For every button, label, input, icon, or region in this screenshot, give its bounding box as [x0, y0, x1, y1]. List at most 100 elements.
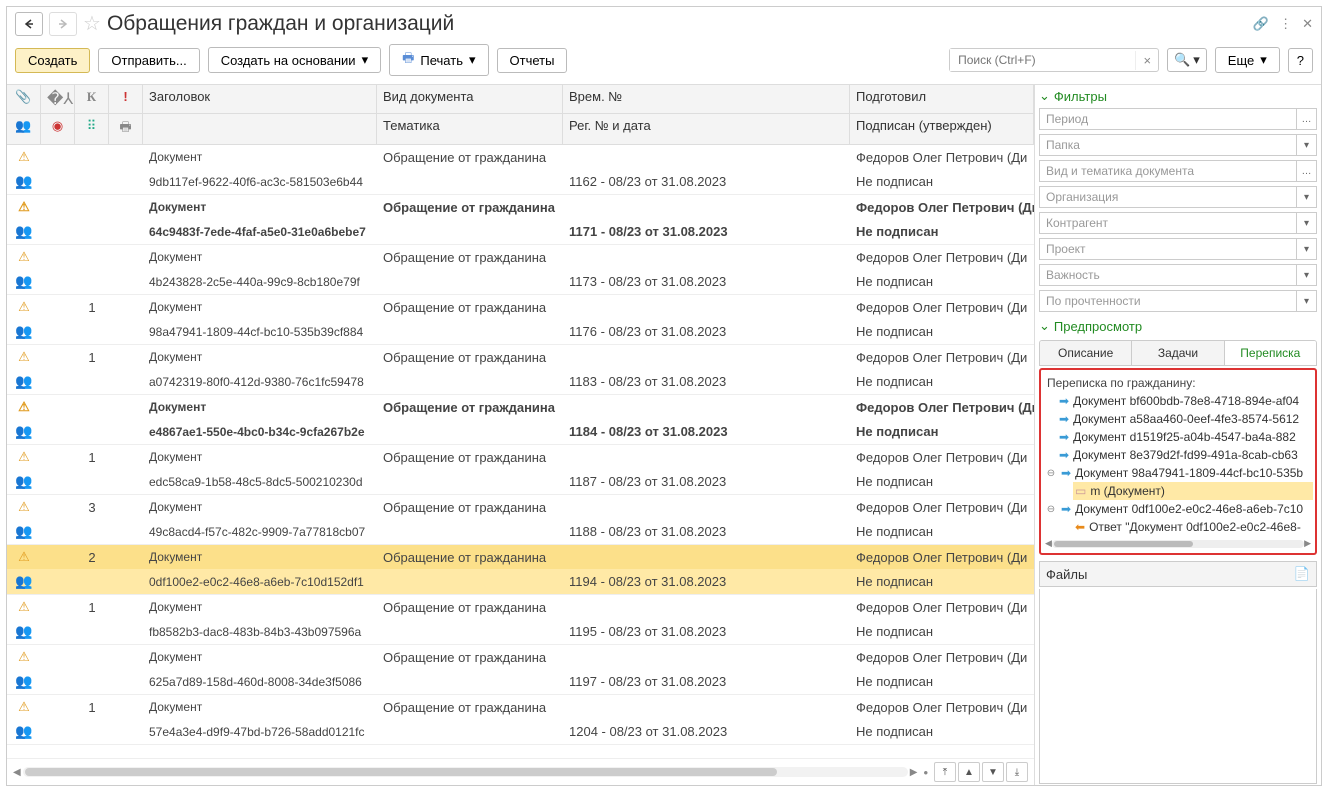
- table-row[interactable]: ⚠ДокументОбращение от гражданинаФедоров …: [7, 395, 1034, 445]
- favorite-star-icon[interactable]: ☆: [83, 11, 101, 36]
- col-rec-icon[interactable]: ◉: [41, 114, 75, 144]
- table-row[interactable]: ⚠ДокументОбращение от гражданинаФедоров …: [7, 645, 1034, 695]
- row-guid: edc58ca9-1b58-48c5-8dc5-500210230d: [143, 471, 377, 493]
- col-regnum[interactable]: Рег. № и дата: [563, 114, 850, 144]
- chevron-down-icon: ⌄: [1039, 318, 1050, 334]
- incoming-arrow-icon: ➡: [1061, 502, 1071, 516]
- thread-item[interactable]: ➡Документ a58aa460-0eef-4fe3-8574-5612: [1057, 410, 1313, 428]
- table-row[interactable]: ⚠2ДокументОбращение от гражданинаФедоров…: [7, 545, 1034, 595]
- more-button[interactable]: Еще ▾: [1215, 47, 1280, 73]
- tab-description[interactable]: Описание: [1040, 341, 1132, 365]
- filter-doctype[interactable]: Вид и тематика документа: [1039, 160, 1297, 182]
- nav-first-button[interactable]: ⤒: [934, 762, 956, 782]
- col-who[interactable]: Подготовил: [850, 85, 1034, 113]
- filter-period[interactable]: Период: [1039, 108, 1297, 130]
- filter-org-dd[interactable]: ▾: [1297, 186, 1317, 208]
- table-row[interactable]: ⚠1ДокументОбращение от гражданинаФедоров…: [7, 345, 1034, 395]
- nav-down-button[interactable]: ▼: [982, 762, 1004, 782]
- col-print-icon[interactable]: 🖶: [109, 114, 143, 144]
- row-author: Федоров Олег Петрович (Ди: [850, 396, 1034, 419]
- table-row[interactable]: ⚠1ДокументОбращение от гражданинаФедоров…: [7, 295, 1034, 345]
- scroll-right-icon[interactable]: ▶: [910, 767, 918, 778]
- col-doctype[interactable]: Вид документа: [377, 85, 563, 113]
- incoming-arrow-icon: ➡: [1059, 430, 1069, 444]
- col-title[interactable]: Заголовок: [143, 85, 377, 113]
- table-row[interactable]: ⚠1ДокументОбращение от гражданинаФедоров…: [7, 445, 1034, 495]
- row-signed: Не подписан: [850, 270, 1034, 293]
- nav-last-button[interactable]: ⤓: [1006, 762, 1028, 782]
- filter-counterparty-dd[interactable]: ▾: [1297, 212, 1317, 234]
- filter-read-dd[interactable]: ▾: [1297, 290, 1317, 312]
- hscroll-track[interactable]: [23, 767, 908, 777]
- reports-button[interactable]: Отчеты: [497, 48, 568, 73]
- thread-item[interactable]: ➡Документ bf600bdb-78e8-4718-894e-af04: [1057, 392, 1313, 410]
- filter-project-dd[interactable]: ▾: [1297, 238, 1317, 260]
- col-title-2[interactable]: [143, 114, 377, 144]
- filters-header[interactable]: ⌄ Фильтры: [1039, 86, 1317, 106]
- search-input[interactable]: [950, 49, 1135, 71]
- preview-header[interactable]: ⌄ Предпросмотр: [1039, 316, 1317, 336]
- send-button[interactable]: Отправить...: [98, 48, 199, 73]
- row-title: Документ: [143, 696, 377, 718]
- filter-counterparty[interactable]: Контрагент: [1039, 212, 1297, 234]
- col-excl[interactable]: !: [109, 85, 143, 113]
- thread-item[interactable]: ▭m (Документ): [1073, 482, 1313, 500]
- filter-doctype-pick[interactable]: …: [1297, 160, 1317, 182]
- col-people-icon[interactable]: 👥: [7, 114, 41, 144]
- table-row[interactable]: ⚠3ДокументОбращение от гражданинаФедоров…: [7, 495, 1034, 545]
- col-attachment-icon[interactable]: 📎: [7, 85, 41, 113]
- kebab-menu-icon[interactable]: ⋮: [1279, 16, 1292, 32]
- scroll-left-icon[interactable]: ◀: [13, 767, 21, 778]
- link-icon[interactable]: 🔗: [1253, 16, 1269, 32]
- tab-tasks[interactable]: Задачи: [1132, 341, 1224, 365]
- create-button[interactable]: Создать: [15, 48, 90, 73]
- col-tree-icon[interactable]: �⅄: [41, 85, 75, 113]
- filter-org[interactable]: Организация: [1039, 186, 1297, 208]
- col-num[interactable]: Врем. №: [563, 85, 850, 113]
- filter-project[interactable]: Проект: [1039, 238, 1297, 260]
- col-list-icon[interactable]: ⠿: [75, 114, 109, 144]
- close-icon[interactable]: ✕: [1302, 16, 1313, 32]
- people-icon: 👥: [15, 623, 32, 639]
- col-signed[interactable]: Подписан (утвержден): [850, 114, 1034, 144]
- filter-importance-dd[interactable]: ▾: [1297, 264, 1317, 286]
- files-header[interactable]: Файлы 📄: [1039, 561, 1317, 587]
- filter-folder[interactable]: Папка: [1039, 134, 1297, 156]
- thread-item[interactable]: ➡Документ 8e379d2f-fd99-491a-8cab-cb63: [1057, 446, 1313, 464]
- row-doctype: Обращение от гражданина: [377, 646, 563, 669]
- thread-item[interactable]: ➡Документ d1519f25-a04b-4547-ba4a-882: [1057, 428, 1313, 446]
- nav-back-button[interactable]: [15, 12, 43, 36]
- warning-icon: ⚠: [18, 399, 30, 414]
- table-row[interactable]: ⚠ДокументОбращение от гражданинаФедоров …: [7, 245, 1034, 295]
- row-regnum: 1173 - 08/23 от 31.08.2023: [563, 270, 850, 293]
- table-row[interactable]: ⚠1ДокументОбращение от гражданинаФедоров…: [7, 595, 1034, 645]
- tab-thread[interactable]: Переписка: [1225, 341, 1316, 365]
- warning-icon: ⚠: [18, 599, 30, 614]
- filter-folder-dd[interactable]: ▾: [1297, 134, 1317, 156]
- search-button[interactable]: 🔍 ▾: [1167, 48, 1207, 72]
- print-button[interactable]: 🖶 Печать ▾: [389, 44, 488, 76]
- filter-read[interactable]: По прочтенности: [1039, 290, 1297, 312]
- thread-item[interactable]: ⬅Ответ "Документ 0df100e2-e0c2-46e8-: [1073, 518, 1313, 536]
- row-title: Документ: [143, 496, 377, 518]
- nav-forward-button[interactable]: [49, 12, 77, 36]
- help-button[interactable]: ?: [1288, 48, 1313, 73]
- filter-importance[interactable]: Важность: [1039, 264, 1297, 286]
- chevron-down-icon: ▾: [362, 52, 369, 68]
- nav-up-button[interactable]: ▲: [958, 762, 980, 782]
- people-icon: 👥: [15, 373, 32, 389]
- warning-icon: ⚠: [18, 349, 30, 364]
- thread-item[interactable]: ⊖➡Документ 98a47941-1809-44cf-bc10-535b: [1043, 464, 1313, 482]
- thread-item[interactable]: ⊖➡Документ 0df100e2-e0c2-46e8-a6eb-7c10: [1043, 500, 1313, 518]
- table-row[interactable]: ⚠ДокументОбращение от гражданинаФедоров …: [7, 195, 1034, 245]
- col-topic[interactable]: Тематика: [377, 114, 563, 144]
- col-k[interactable]: К: [75, 85, 109, 113]
- table-row[interactable]: ⚠ДокументОбращение от гражданинаФедоров …: [7, 145, 1034, 195]
- create-based-button[interactable]: Создать на основании ▾: [208, 47, 381, 73]
- filter-period-pick[interactable]: …: [1297, 108, 1317, 130]
- table-row[interactable]: ⚠1ДокументОбращение от гражданинаФедоров…: [7, 695, 1034, 745]
- clear-search-icon[interactable]: ×: [1135, 51, 1158, 70]
- preview-hscroll[interactable]: ◀ ▶: [1043, 536, 1313, 551]
- expander-icon[interactable]: ⊖: [1045, 504, 1057, 515]
- expander-icon[interactable]: ⊖: [1045, 468, 1057, 479]
